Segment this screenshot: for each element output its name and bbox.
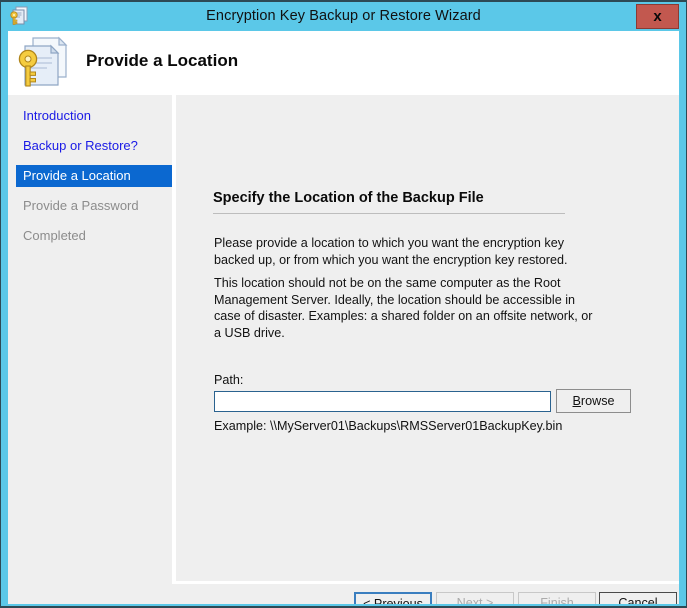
previous-rest: revious <box>382 597 423 604</box>
close-icon[interactable]: x <box>636 4 679 29</box>
browse-button[interactable]: Browse <box>556 389 631 413</box>
next-rest: ext <box>465 596 483 604</box>
finish-accel: F <box>540 596 548 604</box>
previous-prefix: < <box>363 597 374 604</box>
heading-divider <box>213 213 565 214</box>
section-heading: Specify the Location of the Backup File <box>213 190 484 206</box>
next-button: Next > <box>436 592 514 604</box>
wizard-window: Encryption Key Backup or Restore Wizard … <box>0 0 687 608</box>
sidebar-item-provide-a-password: Provide a Password <box>23 198 139 213</box>
description-paragraph-1: Please provide a location to which you w… <box>214 236 568 267</box>
sidebar-item-completed: Completed <box>23 228 86 243</box>
description-paragraph-2: This location should not be on the same … <box>214 276 593 340</box>
path-input[interactable] <box>214 391 551 412</box>
previous-button[interactable]: < Previous <box>354 592 432 604</box>
sidebar-item-provide-a-location[interactable]: Provide a Location <box>16 165 178 187</box>
path-label: Path: <box>214 373 244 387</box>
wizard-header: Provide a Location <box>8 31 679 95</box>
main-content: Specify the Location of the Backup File … <box>176 95 679 581</box>
finish-rest: inish <box>547 596 574 604</box>
window-title: Encryption Key Backup or Restore Wizard <box>206 8 481 24</box>
finish-button: Finish <box>518 592 596 604</box>
cancel-button[interactable]: Cancel <box>599 592 677 604</box>
sidebar-item-backup-or-restore[interactable]: Backup or Restore? <box>16 135 178 157</box>
title-bar: Encryption Key Backup or Restore Wizard … <box>1 2 686 31</box>
sidebar-item-introduction[interactable]: Introduction <box>16 105 178 127</box>
wizard-steps-sidebar: Introduction Backup or Restore? Provide … <box>8 95 178 604</box>
key-document-icon <box>15 35 73 91</box>
next-accel: N <box>456 596 466 604</box>
browse-label-rest: rowse <box>580 394 615 408</box>
browse-accel: B <box>572 394 581 408</box>
page-title: Provide a Location <box>86 51 239 70</box>
example-path-text: Example: \\MyServer01\Backups\RMSServer0… <box>214 419 563 433</box>
client-area: Provide a Location Introduction Backup o… <box>8 31 679 604</box>
next-suffix: > <box>482 596 494 604</box>
